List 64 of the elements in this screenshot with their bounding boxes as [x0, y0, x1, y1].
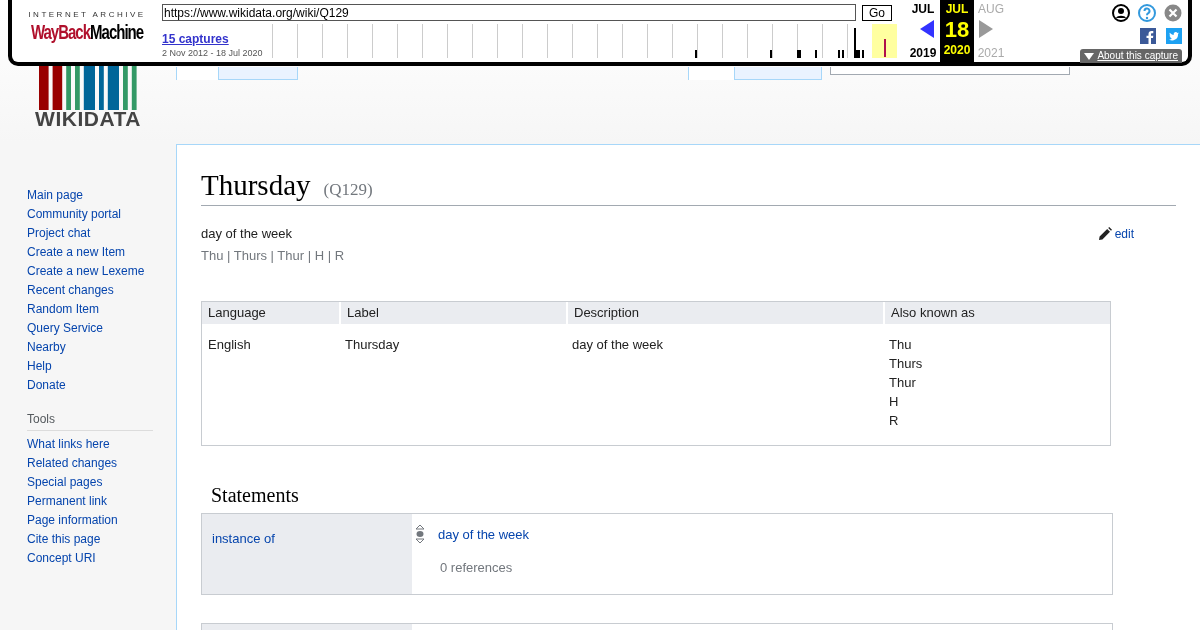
sidebar-link[interactable]: Create a new Lexeme: [27, 262, 176, 281]
column-header: Also known as: [883, 301, 1110, 324]
archive-label: INTERNET ARCHIVE: [28, 10, 146, 20]
item-description: day of the week: [201, 224, 294, 243]
about-capture-button[interactable]: About this capture: [1080, 49, 1182, 63]
sidebar-link[interactable]: Special pages: [27, 473, 176, 492]
sidebar-link[interactable]: Permanent link: [27, 492, 176, 511]
sidebar-link[interactable]: Community portal: [27, 205, 176, 224]
url-field[interactable]: https://www.wikidata.org/wiki/Q129: [162, 4, 856, 21]
captures-link[interactable]: 15 captures: [162, 32, 229, 46]
sidebar-link[interactable]: Page information: [27, 511, 176, 530]
property-link[interactable]: instance of: [212, 530, 275, 546]
sidebar-link[interactable]: Nearby: [27, 338, 176, 357]
table-cell-text: day of the week: [571, 335, 665, 354]
facebook-icon[interactable]: [1140, 28, 1156, 44]
wayback-logo[interactable]: WayBackMachine: [30, 19, 144, 45]
tools-heading: Tools: [27, 410, 153, 431]
item-id: (Q129): [323, 179, 373, 201]
alias-entry: H: [889, 392, 900, 411]
namespace-tab[interactable]: [176, 67, 218, 80]
sidebar-link[interactable]: Recent changes: [27, 281, 176, 300]
alias-entry: Thur: [889, 373, 917, 392]
sidebar-link[interactable]: Concept URI: [27, 549, 176, 568]
next-arrow-icon[interactable]: [979, 20, 993, 38]
sidebar-link[interactable]: Random Item: [27, 300, 176, 319]
sidebar-link[interactable]: Main page: [27, 186, 176, 205]
sidebar-link[interactable]: Donate: [27, 376, 176, 395]
go-button[interactable]: Go: [862, 4, 892, 21]
value-link[interactable]: day of the week: [438, 523, 530, 546]
table-cell-text: English: [207, 335, 252, 354]
column-header: Language: [207, 303, 267, 322]
search-field[interactable]: [830, 67, 1070, 75]
sidebar-link[interactable]: Query Service: [27, 319, 176, 338]
close-icon[interactable]: [1164, 4, 1182, 22]
column-header: Label: [339, 301, 566, 324]
page-title: Thursday: [201, 169, 311, 201]
references-count: 0 references: [440, 558, 514, 577]
barcode-logo-icon: [39, 66, 137, 110]
twitter-icon[interactable]: [1166, 28, 1182, 44]
column-header: Description: [566, 301, 883, 324]
rank-selector-icon[interactable]: [415, 523, 425, 544]
pencil-icon: [1097, 226, 1112, 241]
table-cell-text: Thursday: [344, 335, 401, 354]
sidebar-link[interactable]: Help: [27, 357, 176, 376]
user-account-icon[interactable]: [1112, 4, 1130, 22]
edit-link[interactable]: edit: [1097, 224, 1134, 243]
alias-entry: R: [889, 411, 900, 430]
wikidata-wordmark[interactable]: WIKIDATA: [35, 108, 141, 130]
sidebar-link[interactable]: Project chat: [27, 224, 176, 243]
item-aliases: Thu | Thurs | Thur | H | R: [201, 246, 345, 265]
alias-entry: Thu: [889, 335, 913, 354]
section-heading: Statements: [211, 482, 300, 507]
view-tab[interactable]: [688, 67, 734, 80]
sidebar-link[interactable]: Related changes: [27, 454, 176, 473]
sidebar-link[interactable]: Create a new Item: [27, 243, 176, 262]
current-month-highlight: [872, 24, 897, 58]
calendar-month[interactable]: JUL 18 2020: [940, 0, 974, 62]
capture-range: 2 Nov 2012 - 18 Jul 2020: [162, 47, 263, 59]
sidebar-link[interactable]: Cite this page: [27, 530, 176, 549]
previous-arrow-icon[interactable]: [920, 20, 934, 38]
alias-entry: Thurs: [889, 354, 924, 373]
help-icon[interactable]: [1138, 4, 1156, 22]
dropdown-triangle-icon: [1084, 52, 1095, 60]
sidebar-link[interactable]: What links here: [27, 435, 176, 454]
